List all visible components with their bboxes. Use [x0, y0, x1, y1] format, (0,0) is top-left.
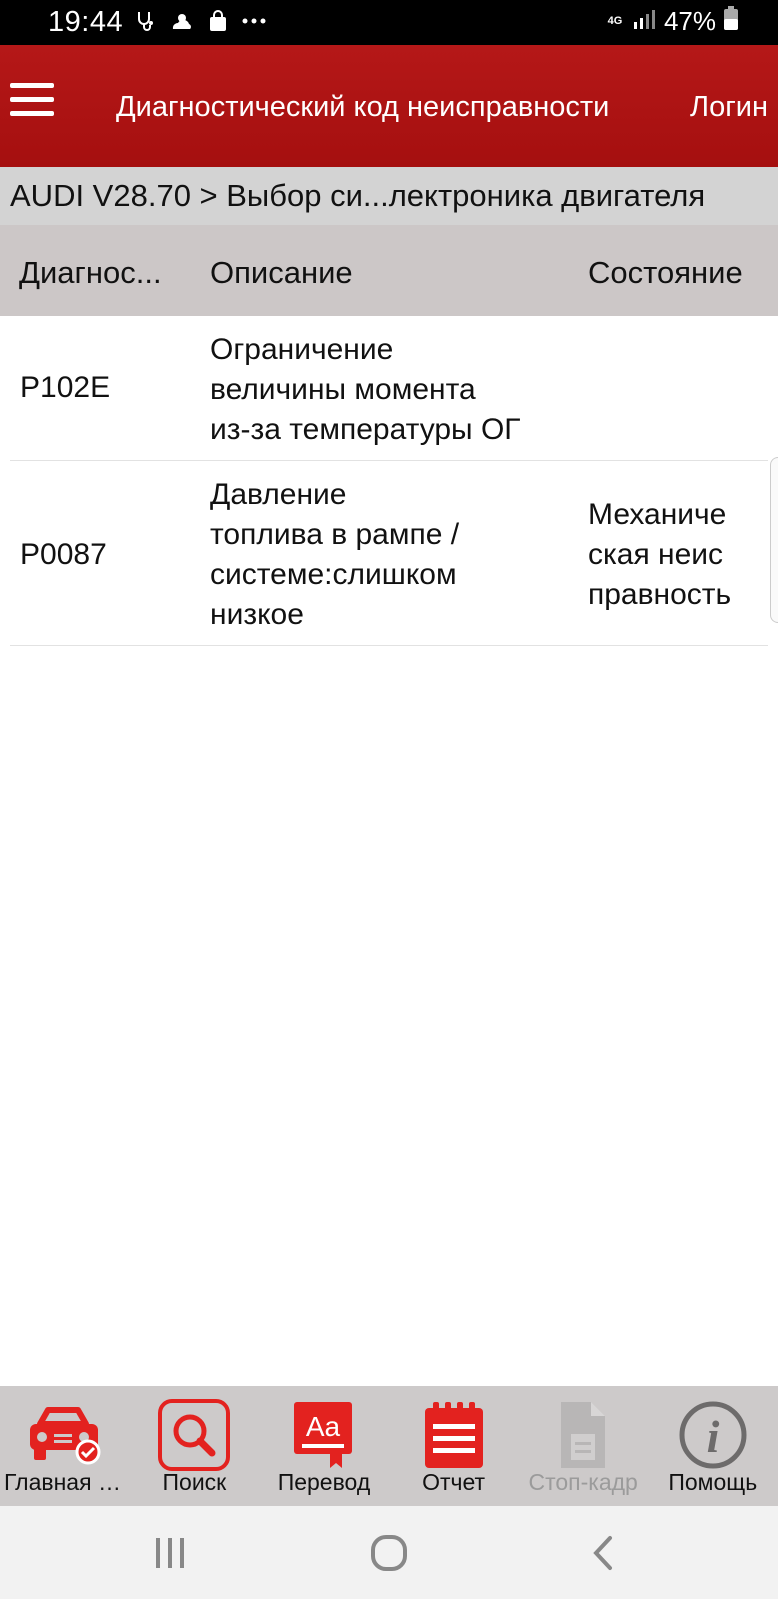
- freeze-frame-icon: [543, 1398, 623, 1472]
- back-arrow-icon: [593, 1536, 612, 1570]
- row-state: Механиче ская неис правность: [588, 495, 768, 615]
- breadcrumb[interactable]: AUDI V28.70 > Выбор си...лектроника двиг…: [0, 167, 778, 225]
- translate-label: Перевод: [277, 1469, 371, 1495]
- row-code: P0087: [20, 538, 107, 571]
- row-description: Давление топлива в рампе / системе:слишк…: [210, 475, 570, 635]
- row-code: P102E: [20, 371, 111, 404]
- shopping-bag-icon: [205, 8, 231, 34]
- freeze-frame-button[interactable]: Стоп-кадр: [518, 1386, 648, 1506]
- menu-button[interactable]: [10, 83, 56, 123]
- help-button[interactable]: i Помощь: [648, 1386, 778, 1506]
- table-header: Диагнос... Описание Состояние: [0, 225, 778, 316]
- login-button[interactable]: Логин: [690, 91, 768, 124]
- search-label: Поиск: [162, 1469, 227, 1495]
- more-dots-icon: [241, 8, 267, 34]
- back-button[interactable]: [578, 1530, 628, 1576]
- search-icon: [154, 1398, 234, 1472]
- system-nav-bar: [0, 1506, 778, 1599]
- translate-button[interactable]: Aa Перевод: [259, 1386, 389, 1506]
- description-line: величины момента: [210, 373, 476, 406]
- battery-icon: [724, 6, 738, 37]
- column-header-description[interactable]: Описание: [210, 255, 353, 291]
- car-check-icon: [25, 1398, 105, 1472]
- description-line: топлива в рампе /: [210, 518, 460, 551]
- hamburger-icon: [10, 83, 54, 88]
- stethoscope-icon: [133, 8, 159, 34]
- translate-icon: Aa: [284, 1398, 364, 1472]
- state-line: Механиче: [588, 498, 727, 531]
- search-button[interactable]: Поиск: [130, 1386, 260, 1506]
- description-line: низкое: [210, 598, 304, 631]
- home-nav-button[interactable]: [364, 1530, 414, 1576]
- page-title: Диагностический код неисправности: [116, 91, 610, 123]
- table-row[interactable]: P0087 Давление топлива в рампе / системе…: [10, 461, 768, 646]
- network-type: 4G: [607, 15, 623, 27]
- weather-icon: [169, 8, 195, 34]
- help-label: Помощь: [668, 1469, 758, 1495]
- freeze-frame-label: Стоп-кадр: [528, 1469, 638, 1495]
- info-icon: i: [673, 1398, 753, 1472]
- recent-apps-button[interactable]: [145, 1530, 195, 1576]
- row-description: Ограничение величины момента из-за темпе…: [210, 330, 570, 450]
- status-time: 19:44: [48, 6, 124, 38]
- description-line: из-за температуры ОГ: [210, 413, 521, 446]
- home-label: Главная с...: [4, 1469, 129, 1495]
- column-header-state[interactable]: Состояние: [588, 255, 743, 291]
- state-line: ская неис: [588, 538, 724, 571]
- column-header-code[interactable]: Диагнос...: [19, 255, 162, 291]
- home-button[interactable]: Главная с...: [0, 1386, 130, 1506]
- table-row[interactable]: P102E Ограничение величины момента из-за…: [10, 316, 768, 461]
- scroll-handle[interactable]: [770, 457, 778, 623]
- description-line: Ограничение: [210, 333, 394, 366]
- report-icon: [414, 1398, 494, 1472]
- svg-text:Aa: Aa: [306, 1411, 341, 1442]
- state-line: правность: [588, 578, 732, 611]
- svg-text:i: i: [706, 1411, 719, 1462]
- signal-icon: [632, 6, 656, 37]
- status-bar: 19:44 4G 47%: [0, 0, 778, 45]
- report-label: Отчет: [422, 1469, 486, 1495]
- recent-apps-icon: [156, 1538, 184, 1568]
- report-button[interactable]: Отчет: [389, 1386, 519, 1506]
- battery-percent: 47%: [663, 6, 716, 36]
- app-header: Диагностический код неисправности Логин: [0, 45, 778, 167]
- bottom-toolbar: Главная с... Поиск Aa Перевод Отчет Стоп…: [0, 1386, 778, 1506]
- home-circle-icon: [371, 1535, 407, 1571]
- description-line: Давление: [210, 478, 347, 511]
- description-line: системе:слишком: [210, 558, 457, 591]
